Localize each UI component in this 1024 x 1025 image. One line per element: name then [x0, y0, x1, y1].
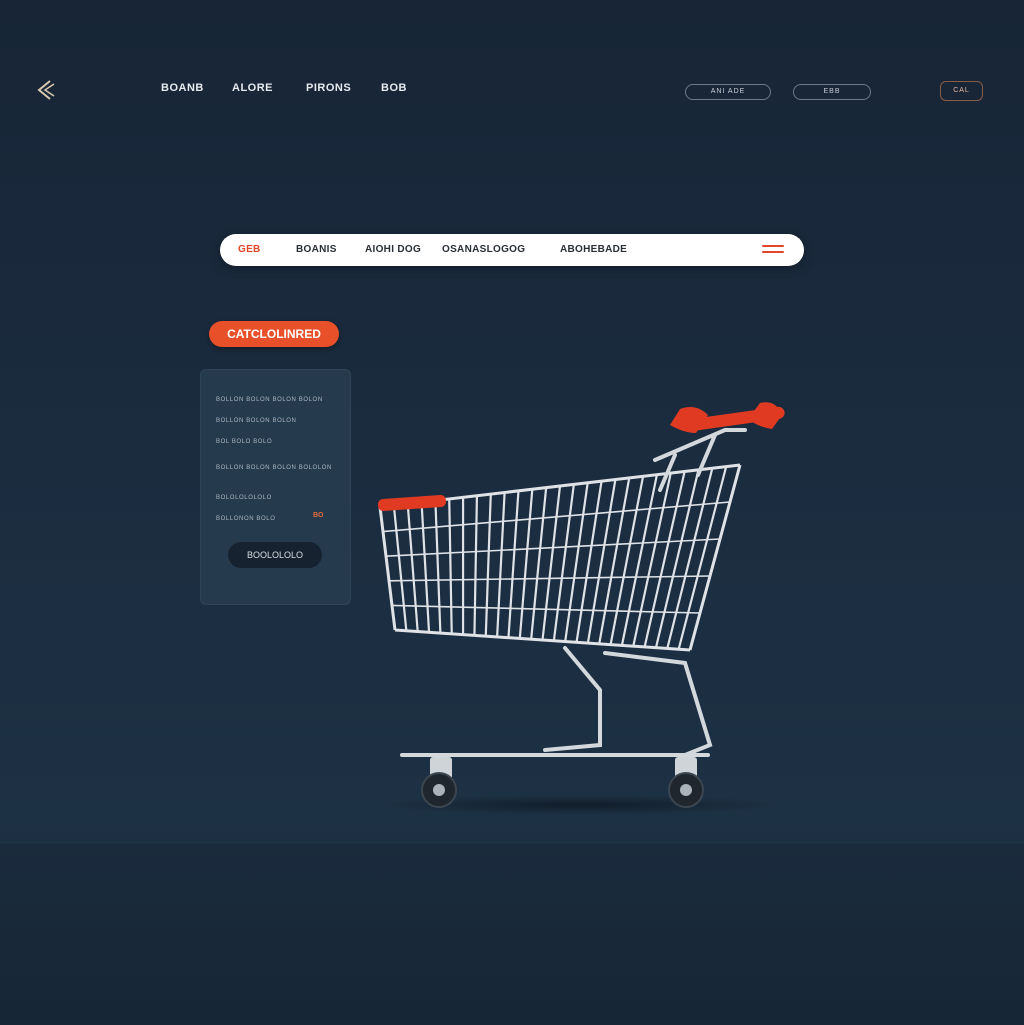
floor-backdrop	[0, 842, 1024, 1025]
category-tab-4[interactable]: ABOHEBADE	[560, 244, 627, 255]
header-pill-button-2[interactable]: EBB	[793, 84, 871, 100]
category-tab-2[interactable]: AIOHI DOG	[365, 244, 421, 255]
panel-text-line: BOLLONON BOLO	[216, 516, 276, 522]
nav-link-1[interactable]: BOANB	[161, 82, 204, 94]
nav-link-3[interactable]: PIRONS	[306, 82, 351, 94]
panel-text-line: BOL BOLO BOLO	[216, 439, 273, 445]
category-tab-active[interactable]: GEB	[238, 244, 261, 255]
nav-link-4[interactable]: BOB	[381, 82, 407, 94]
header-pill-button-1[interactable]: ANI ADE	[685, 84, 771, 100]
panel-text-line: BOLLON BOLON BOLON BOLOLON	[216, 465, 332, 471]
nav-link-2[interactable]: ALORE	[232, 82, 273, 94]
panel-text-line: BOLOLOLOLOLO	[216, 495, 272, 501]
header-account-button[interactable]: CAL	[940, 81, 983, 101]
category-bar: GEB BOANIS AIOHI DOG OSANASLOGOG ABOHEBA…	[220, 234, 804, 266]
category-badge-button[interactable]: CATCLOLINRED	[209, 321, 339, 347]
info-panel: BOLLON BOLON BOLON BOLON BOLLON BOLON BO…	[200, 369, 351, 605]
panel-text-line: BOLLON BOLON BOLON	[216, 418, 297, 424]
panel-price: BO	[313, 512, 324, 519]
category-tab-3[interactable]: OSANASLOGOG	[442, 244, 525, 255]
category-tab-1[interactable]: BOANIS	[296, 244, 337, 255]
panel-action-button[interactable]: BOOLOLOLO	[228, 542, 322, 568]
shopping-cart-illustration	[378, 402, 785, 815]
menu-icon[interactable]	[762, 245, 786, 255]
panel-text-line: BOLLON BOLON BOLON BOLON	[216, 397, 323, 403]
back-arrow-icon[interactable]	[32, 76, 60, 104]
